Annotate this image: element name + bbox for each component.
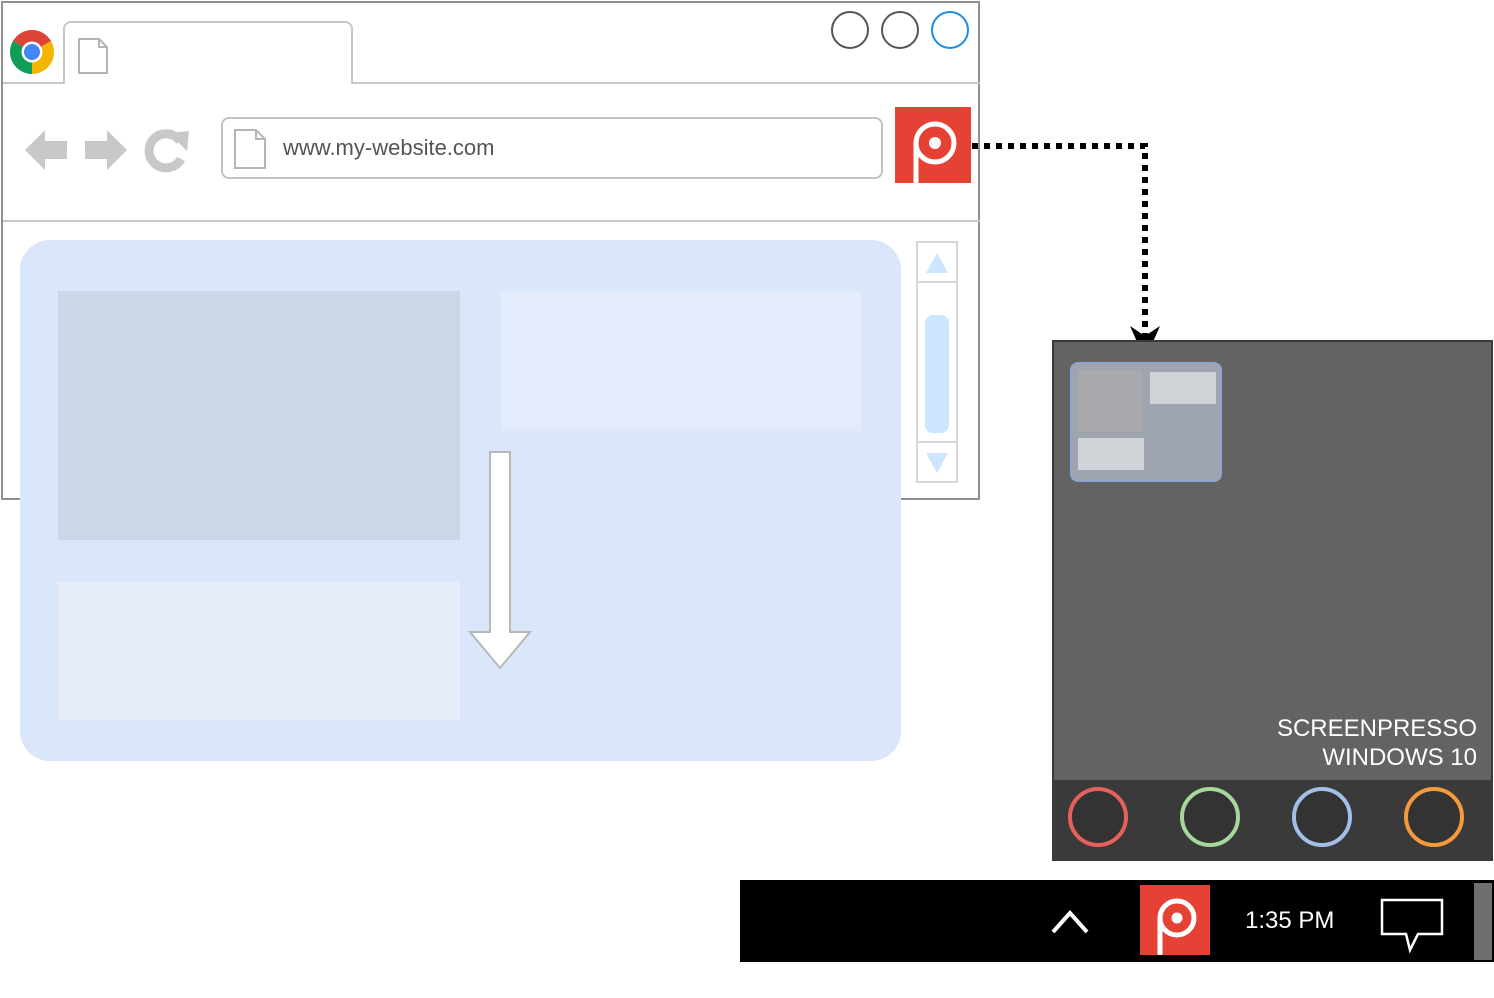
scrollbar[interactable] bbox=[916, 241, 958, 483]
screenpresso-tray-button[interactable] bbox=[1140, 885, 1210, 955]
panel-title-line1: SCREENPRESSO bbox=[1276, 715, 1477, 742]
address-bar[interactable]: www.my-website.com bbox=[221, 117, 883, 179]
panel-title-line2: WINDOWS 10 bbox=[1322, 744, 1477, 771]
windows-taskbar: 1:35 PM bbox=[740, 880, 1494, 962]
screenpresso-capture-panel: SCREENPRESSO WINDOWS 10 bbox=[1052, 340, 1493, 861]
content-text-block bbox=[58, 582, 460, 720]
capture-thumbnail[interactable] bbox=[1070, 362, 1222, 482]
blue-color-button[interactable] bbox=[1292, 787, 1352, 847]
notification-icon[interactable] bbox=[1380, 898, 1444, 954]
page-icon bbox=[78, 38, 108, 74]
scrollbar-divider bbox=[918, 281, 956, 283]
content-text-block bbox=[501, 291, 861, 431]
panel-footer bbox=[1054, 780, 1491, 859]
content-image-block bbox=[58, 291, 460, 540]
url-text: www.my-website.com bbox=[283, 135, 495, 160]
chrome-logo-icon bbox=[10, 30, 54, 74]
scroll-down-icon[interactable] bbox=[925, 451, 949, 475]
scroll-down-arrow-icon bbox=[468, 451, 533, 670]
forward-arrow-icon[interactable] bbox=[83, 127, 129, 173]
page-content-card bbox=[20, 240, 901, 761]
green-color-button[interactable] bbox=[1180, 787, 1240, 847]
thumb-text-block bbox=[1150, 372, 1216, 404]
tabbar-divider bbox=[3, 82, 63, 84]
panel-title: SCREENPRESSO WINDOWS 10 bbox=[1277, 714, 1477, 772]
screenpresso-logo-icon bbox=[913, 121, 957, 183]
scroll-thumb[interactable] bbox=[925, 315, 949, 433]
chevron-up-icon[interactable] bbox=[1050, 904, 1090, 936]
screenpresso-extension-button[interactable] bbox=[895, 107, 971, 183]
red-color-button[interactable] bbox=[1068, 787, 1128, 847]
tabbar-divider bbox=[353, 82, 980, 84]
scrollbar-divider bbox=[918, 441, 956, 443]
page-icon bbox=[234, 129, 266, 169]
close-button[interactable] bbox=[931, 11, 969, 49]
thumb-image-block bbox=[1078, 370, 1142, 432]
scroll-up-icon[interactable] bbox=[925, 251, 949, 275]
minimize-button[interactable] bbox=[831, 11, 869, 49]
maximize-button[interactable] bbox=[881, 11, 919, 49]
capture-connector-arrow bbox=[972, 143, 1160, 360]
reload-icon[interactable] bbox=[143, 127, 191, 175]
toolbar-divider bbox=[3, 220, 980, 222]
thumb-text-block bbox=[1078, 438, 1144, 470]
taskbar-clock[interactable]: 1:35 PM bbox=[1245, 907, 1334, 935]
show-desktop-button[interactable] bbox=[1474, 883, 1492, 960]
orange-color-button[interactable] bbox=[1404, 787, 1464, 847]
back-arrow-icon[interactable] bbox=[23, 127, 69, 173]
screenpresso-logo-icon bbox=[1157, 898, 1197, 955]
browser-tab[interactable] bbox=[63, 21, 353, 84]
